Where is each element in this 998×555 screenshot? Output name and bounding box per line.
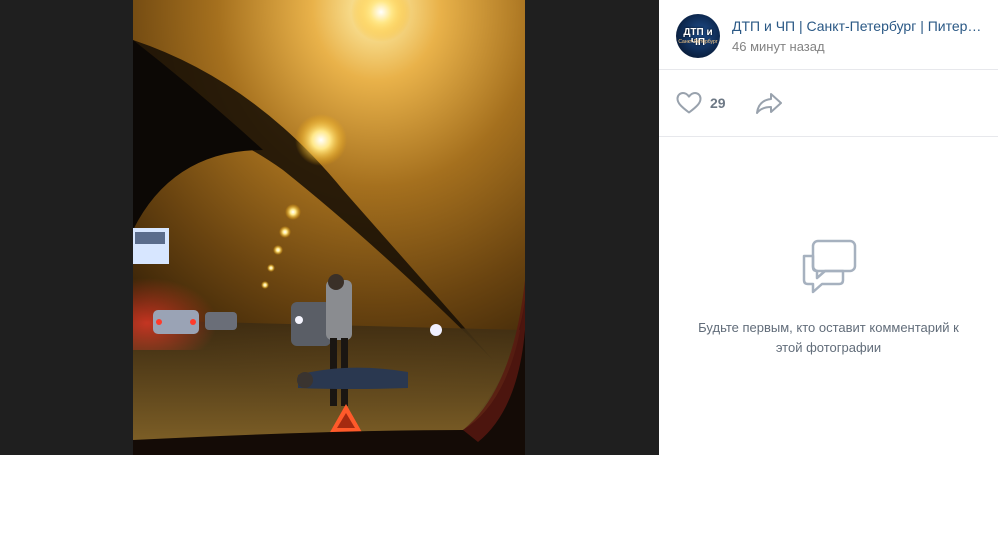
comment-bubbles-icon	[802, 239, 857, 294]
avatar[interactable]: ДТП и ЧП Санкт-Петербург	[676, 14, 720, 58]
post-time[interactable]: 46 минут назад	[732, 38, 825, 55]
empty-comments-text: Будьте первым, кто оставит комментарий к…	[698, 320, 959, 355]
avatar-subtitle: Санкт-Петербург	[678, 39, 718, 45]
group-name-link[interactable]: ДТП и ЧП | Санкт-Петербург | Питер…	[732, 17, 982, 35]
post-side-panel: ДТП и ЧП Санкт-Петербург ДТП и ЧП | Санк…	[659, 0, 998, 455]
share-arrow-icon	[756, 93, 782, 114]
like-count: 29	[710, 95, 726, 111]
post-header: ДТП и ЧП Санкт-Петербург ДТП и ЧП | Санк…	[659, 0, 998, 70]
avatar-title: ДТП и ЧП	[683, 27, 713, 48]
photo-viewer	[0, 0, 659, 455]
photo-image	[133, 0, 525, 455]
post-actions: 29	[659, 70, 998, 137]
like-button[interactable]: 29	[676, 90, 726, 116]
photo[interactable]	[133, 0, 525, 455]
share-button[interactable]	[755, 90, 783, 116]
heart-icon	[676, 92, 702, 114]
comments-empty-state: Будьте первым, кто оставит комментарий к…	[659, 137, 998, 455]
